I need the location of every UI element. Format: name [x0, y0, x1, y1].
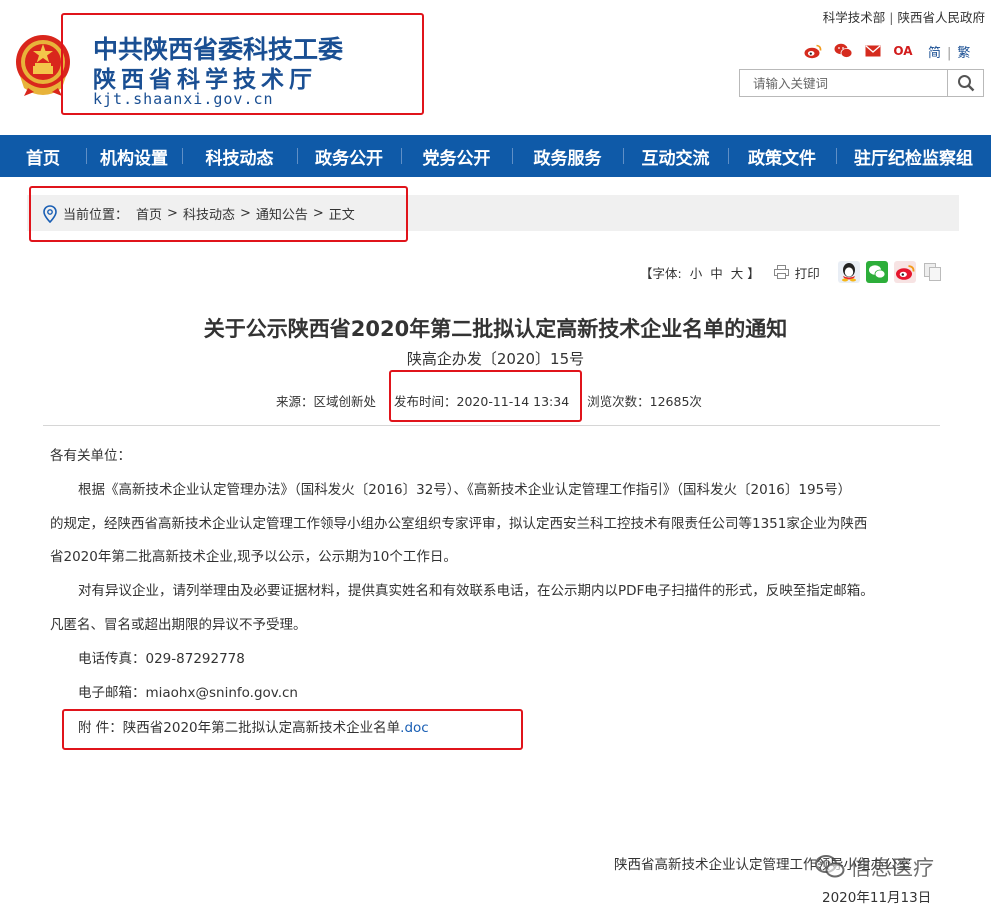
meta-divider	[43, 425, 940, 426]
attachment-label[interactable]: 附 件：陕西省2020年第二批拟认定高新技术企业名单	[78, 720, 400, 736]
article-source: 来源：区域创新处	[276, 394, 377, 409]
site-header: 中共陕西省委科技工委 陕西省科学技术厅 kjt.shaanxi.gov.cn 科…	[0, 0, 991, 135]
nav-item-party-affairs[interactable]: 党务公开	[401, 135, 512, 177]
top-links: 科学技术部 | 陕西省人民政府	[823, 7, 985, 26]
logo-title-line2[interactable]: 陕西省科学技术厅	[93, 60, 317, 94]
attachment: 附 件：陕西省2020年第二批拟认定高新技术企业名单.doc	[78, 716, 429, 736]
wechat-share-icon[interactable]	[866, 261, 888, 283]
nav-item-tech-news[interactable]: 科技动态	[182, 135, 297, 177]
article-title: 关于公示陕西省2020年第二批拟认定高新技术企业名单的通知	[203, 317, 788, 341]
nav-item-home[interactable]: 首页	[0, 135, 86, 177]
nav-item-gov-services[interactable]: 政务服务	[512, 135, 623, 177]
watermark-text: 信息医疗	[850, 856, 934, 880]
greeting: 各有关单位：	[50, 448, 131, 464]
breadcrumb-separator: >	[167, 206, 178, 221]
oa-icon[interactable]: OA	[893, 42, 913, 60]
lang-traditional-link[interactable]: 繁	[957, 46, 970, 61]
contact-email: 电子邮箱：miaohx@sninfo.gov.cn	[78, 685, 298, 701]
watermark: 信息医疗	[814, 852, 934, 882]
article-tools: 【字体: 小 中 大 】 打印	[640, 262, 820, 282]
print-label: 打印	[794, 265, 820, 281]
attachment-link[interactable]: .doc	[400, 720, 429, 736]
social-icon-row: OA	[803, 42, 923, 60]
print-button[interactable]: 打印	[773, 263, 820, 282]
lang-separator: |	[947, 46, 952, 61]
search-icon	[957, 75, 974, 92]
main-nav: 首页 机构设置 科技动态 政务公开 党务公开 政务服务 互动交流 政策文件 驻厅…	[0, 135, 991, 177]
breadcrumb-separator: >	[312, 206, 324, 221]
article-publish-time: 发布时间：2020-11-14 13:34	[394, 394, 570, 409]
paragraph-2-line-2: 凡匿名、冒名或超出期限的异议不予受理。	[50, 617, 307, 633]
font-medium-button[interactable]: 中	[710, 263, 723, 282]
contact-phone: 电话传真：029-87292778	[78, 651, 245, 667]
breadcrumb-item-current: 正文	[328, 208, 355, 223]
breadcrumb: 当前位置： 首页 > 科技动态 > 通知公告 > 正文	[43, 204, 355, 223]
breadcrumb-item-home[interactable]: 首页	[136, 204, 162, 223]
paragraph-1-line-1: 根据《高新技术企业认定管理办法》（国科发火〔2016〕32号）、《高新技术企业认…	[78, 482, 852, 498]
article-view-count: 浏览次数：12685次	[587, 394, 702, 409]
font-size-label-close: 】	[747, 265, 760, 281]
search-button[interactable]	[947, 70, 983, 96]
mail-icon[interactable]	[863, 42, 883, 60]
nav-item-organization[interactable]: 机构设置	[86, 135, 182, 177]
paragraph-1-line-2: 的规定，经陕西省高新技术企业认定管理工作领导小组办公室组织专家评审，拟认定西安兰…	[50, 516, 868, 532]
breadcrumb-item-notices[interactable]: 通知公告	[256, 204, 308, 223]
paragraph-1-line-3: 省2020年第二批高新技术企业,现予以公示，公示期为10个工作日。	[50, 549, 457, 565]
share-buttons	[838, 260, 950, 284]
qq-share-icon[interactable]	[838, 261, 860, 283]
weibo-icon[interactable]	[803, 42, 823, 60]
signature-date: 2020年11月13日	[822, 890, 932, 906]
printer-icon	[773, 265, 789, 279]
nav-item-policy-docs[interactable]: 政策文件	[728, 135, 836, 177]
top-link-provincial-gov[interactable]: 陕西省人民政府	[897, 10, 985, 25]
nav-item-gov-affairs[interactable]: 政务公开	[297, 135, 401, 177]
paragraph-2-line-1: 对有异议企业，请列举理由及必要证据材料，提供真实姓名和有效联系电话，在公示期内以…	[78, 583, 874, 599]
breadcrumb-label: 当前位置：	[63, 208, 129, 223]
top-link-separator: |	[889, 10, 894, 25]
language-switch: 简 | 繁	[928, 42, 970, 61]
weibo-share-icon[interactable]	[894, 261, 916, 283]
top-link-most[interactable]: 科学技术部	[823, 10, 886, 25]
breadcrumb-separator: >	[239, 206, 251, 221]
nav-item-discipline-inspection[interactable]: 驻厅纪检监察组	[836, 135, 991, 177]
document-number: 陕高企办发〔2020〕15号	[406, 350, 585, 368]
search-box	[739, 69, 984, 97]
lang-simplified-link[interactable]: 简	[928, 46, 941, 61]
location-pin-icon	[43, 204, 57, 223]
font-size-label-open: 【字体:	[640, 265, 682, 281]
breadcrumb-item-tech-news[interactable]: 科技动态	[183, 204, 235, 223]
font-small-button[interactable]: 小	[690, 263, 703, 282]
logo-url: kjt.shaanxi.gov.cn	[93, 90, 274, 108]
nav-item-interaction[interactable]: 互动交流	[623, 135, 728, 177]
article-meta: 来源：区域创新处 发布时间：2020-11-14 13:34 浏览次数：1268…	[276, 391, 720, 410]
search-input[interactable]	[740, 70, 948, 96]
font-large-button[interactable]: 大	[731, 263, 744, 282]
wechat-watermark-icon	[815, 855, 845, 878]
copy-link-icon[interactable]	[922, 261, 944, 283]
wechat-icon[interactable]	[833, 42, 853, 60]
